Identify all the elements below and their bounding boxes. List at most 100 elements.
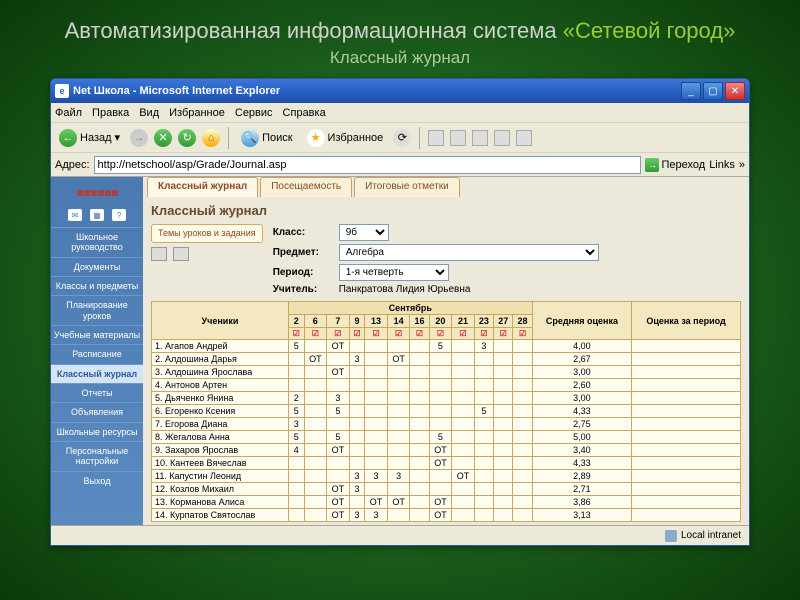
grade-cell[interactable] <box>513 379 532 392</box>
grade-cell[interactable]: 3 <box>349 483 365 496</box>
period-cell[interactable] <box>632 340 741 353</box>
grade-cell[interactable] <box>410 340 429 353</box>
grade-cell[interactable] <box>365 444 388 457</box>
grade-cell[interactable] <box>387 457 410 470</box>
grade-cell[interactable] <box>349 366 365 379</box>
grade-cell[interactable] <box>474 418 493 431</box>
grade-cell[interactable] <box>327 470 350 483</box>
grade-cell[interactable] <box>452 496 475 509</box>
mail-button[interactable] <box>428 130 444 146</box>
grade-cell[interactable] <box>349 496 365 509</box>
grade-cell[interactable] <box>513 353 532 366</box>
grade-cell[interactable] <box>365 379 388 392</box>
grade-cell[interactable] <box>349 444 365 457</box>
student-cell[interactable]: 11. Капустин Леонид <box>152 470 289 483</box>
student-cell[interactable]: 4. Антонов Артен <box>152 379 289 392</box>
grade-cell[interactable] <box>349 340 365 353</box>
grade-cell[interactable] <box>410 509 429 522</box>
grade-cell[interactable] <box>429 392 452 405</box>
grade-cell[interactable] <box>349 431 365 444</box>
grade-cell[interactable] <box>494 496 513 509</box>
sidebar-item[interactable]: Классный журнал <box>51 364 143 383</box>
grade-cell[interactable] <box>494 431 513 444</box>
grade-cell[interactable] <box>474 366 493 379</box>
grade-cell[interactable] <box>513 431 532 444</box>
back-button[interactable]: ←Назад ▾ <box>55 127 124 149</box>
grade-cell[interactable] <box>513 405 532 418</box>
class-select[interactable]: 9б <box>339 224 389 241</box>
grade-cell[interactable] <box>349 457 365 470</box>
grade-cell[interactable] <box>429 470 452 483</box>
grade-cell[interactable]: 4 <box>288 444 304 457</box>
grade-cell[interactable] <box>513 366 532 379</box>
search-button[interactable]: 🔍Поиск <box>237 127 296 149</box>
period-cell[interactable] <box>632 444 741 457</box>
grade-cell[interactable] <box>365 431 388 444</box>
period-cell[interactable] <box>632 405 741 418</box>
period-cell[interactable] <box>632 457 741 470</box>
grade-cell[interactable]: 3 <box>474 340 493 353</box>
period-cell[interactable] <box>632 392 741 405</box>
grade-cell[interactable] <box>349 418 365 431</box>
grade-cell[interactable] <box>304 340 327 353</box>
refresh-button[interactable]: ↻ <box>178 129 196 147</box>
grade-cell[interactable]: 5 <box>474 405 493 418</box>
grade-cell[interactable] <box>452 509 475 522</box>
grade-cell[interactable]: ОТ <box>327 340 350 353</box>
grade-cell[interactable] <box>494 379 513 392</box>
grade-cell[interactable] <box>288 470 304 483</box>
minimize-button[interactable]: _ <box>681 82 701 100</box>
grade-cell[interactable] <box>494 405 513 418</box>
grade-cell[interactable]: 3 <box>349 509 365 522</box>
student-cell[interactable]: 9. Захаров Ярослав <box>152 444 289 457</box>
grade-cell[interactable]: ОТ <box>327 496 350 509</box>
period-cell[interactable] <box>632 470 741 483</box>
grade-cell[interactable] <box>387 509 410 522</box>
grade-cell[interactable] <box>365 353 388 366</box>
grade-cell[interactable] <box>410 431 429 444</box>
grade-cell[interactable] <box>365 457 388 470</box>
links-label[interactable]: Links <box>709 159 735 171</box>
grade-cell[interactable] <box>452 366 475 379</box>
calendar-icon[interactable]: ▦ <box>90 209 104 221</box>
grade-cell[interactable]: 3 <box>288 418 304 431</box>
lessons-button[interactable]: Темы уроков и задания <box>151 224 263 243</box>
grade-cell[interactable] <box>349 405 365 418</box>
grade-cell[interactable] <box>410 457 429 470</box>
grade-cell[interactable] <box>288 379 304 392</box>
grade-cell[interactable] <box>452 340 475 353</box>
grade-cell[interactable] <box>494 444 513 457</box>
tab[interactable]: Итоговые отметки <box>354 177 460 197</box>
grade-cell[interactable] <box>387 392 410 405</box>
student-cell[interactable]: 12. Козлов Михаил <box>152 483 289 496</box>
grade-cell[interactable] <box>387 379 410 392</box>
sidebar-item[interactable]: Школьное руководство <box>51 227 143 257</box>
grade-cell[interactable] <box>474 483 493 496</box>
grade-cell[interactable] <box>387 418 410 431</box>
grade-cell[interactable]: 5 <box>327 405 350 418</box>
grade-cell[interactable] <box>513 457 532 470</box>
grade-cell[interactable] <box>387 405 410 418</box>
period-cell[interactable] <box>632 496 741 509</box>
period-cell[interactable] <box>632 353 741 366</box>
edit-button[interactable] <box>472 130 488 146</box>
grade-cell[interactable] <box>513 340 532 353</box>
grade-cell[interactable]: 5 <box>327 431 350 444</box>
period-cell[interactable] <box>632 431 741 444</box>
period-cell[interactable] <box>632 509 741 522</box>
menu-item[interactable]: Правка <box>92 107 129 119</box>
student-cell[interactable]: 14. Курпатов Святослав <box>152 509 289 522</box>
sidebar-item[interactable]: Школьные ресурсы <box>51 422 143 441</box>
grade-cell[interactable] <box>410 366 429 379</box>
grade-cell[interactable] <box>494 470 513 483</box>
grade-cell[interactable] <box>513 418 532 431</box>
grade-cell[interactable] <box>452 444 475 457</box>
grade-cell[interactable]: 3 <box>327 392 350 405</box>
period-cell[interactable] <box>632 418 741 431</box>
extra-button[interactable] <box>516 130 532 146</box>
grade-cell[interactable]: 3 <box>349 470 365 483</box>
grade-cell[interactable] <box>452 457 475 470</box>
address-input[interactable] <box>94 156 642 174</box>
menu-item[interactable]: Справка <box>283 107 326 119</box>
grade-cell[interactable] <box>288 353 304 366</box>
